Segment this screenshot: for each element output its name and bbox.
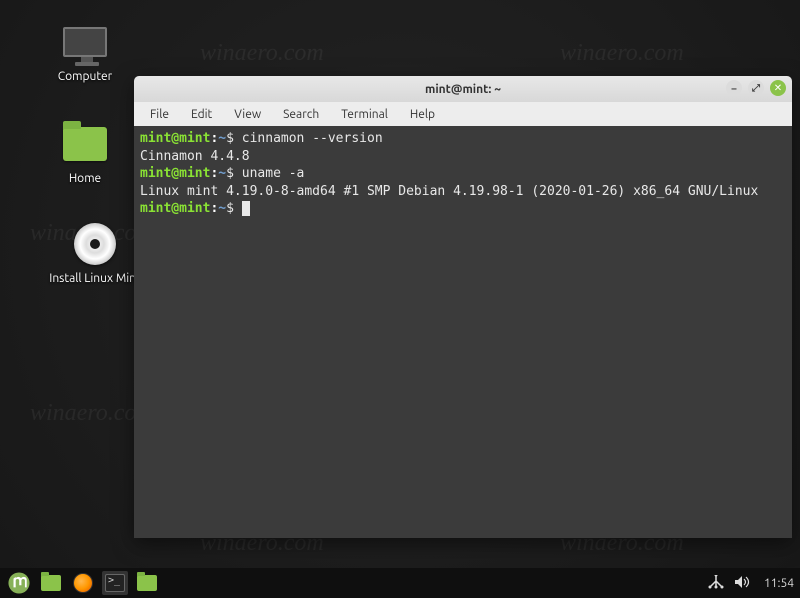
prompt-path: ~ [218, 131, 226, 146]
menu-button[interactable] [6, 571, 32, 595]
taskbar: 11:54 [0, 568, 800, 598]
terminal-window[interactable]: mint@mint: ~ – ⤢ ✕ File Edit View Search… [134, 76, 792, 538]
cd-icon [71, 220, 119, 268]
clock[interactable]: 11:54 [760, 577, 794, 590]
prompt-user: mint@mint [140, 131, 210, 146]
prompt-user: mint@mint [140, 201, 210, 216]
files-launcher[interactable] [38, 571, 64, 595]
maximize-button[interactable]: ⤢ [748, 80, 764, 96]
titlebar[interactable]: mint@mint: ~ – ⤢ ✕ [134, 76, 792, 102]
desktop-icon-label: Computer [58, 70, 112, 83]
menubar: File Edit View Search Terminal Help [134, 102, 792, 126]
network-icon[interactable] [708, 575, 724, 592]
desktop-icon-label: Home [69, 172, 101, 185]
watermark: winaero.com [200, 40, 324, 67]
folder-icon [137, 575, 157, 591]
output-text: Linux mint 4.19.0-8-amd64 #1 SMP Debian … [140, 184, 758, 199]
prompt-path: ~ [218, 201, 226, 216]
computer-icon [61, 18, 109, 66]
desktop-icon-label: Install Linux Mint [49, 272, 140, 285]
desktop-icon-computer[interactable]: Computer [40, 18, 130, 83]
desktop-icon-home[interactable]: Home [40, 120, 130, 185]
desktop[interactable]: winaero.com winaero.com winaero.com wina… [0, 0, 800, 568]
close-button[interactable]: ✕ [770, 80, 786, 96]
command-text: uname -a [242, 166, 305, 181]
cursor [242, 201, 250, 216]
prompt-path: ~ [218, 166, 226, 181]
minimize-button[interactable]: – [726, 80, 742, 96]
files-task-button[interactable] [134, 571, 160, 595]
menu-search[interactable]: Search [273, 106, 329, 123]
watermark: winaero.com [560, 40, 684, 67]
menu-edit[interactable]: Edit [181, 106, 222, 123]
firefox-launcher[interactable] [70, 571, 96, 595]
prompt-user: mint@mint [140, 166, 210, 181]
terminal-icon [105, 574, 125, 592]
sound-icon[interactable] [734, 575, 750, 592]
window-title: mint@mint: ~ [425, 83, 501, 96]
output-text: Cinnamon 4.4.8 [140, 149, 250, 164]
prompt-symbol: $ [226, 166, 234, 181]
prompt-symbol: $ [226, 131, 234, 146]
menu-terminal[interactable]: Terminal [331, 106, 398, 123]
firefox-icon [73, 573, 93, 593]
menu-view[interactable]: View [224, 106, 271, 123]
folder-icon [41, 575, 61, 591]
folder-icon [61, 120, 109, 168]
menu-help[interactable]: Help [400, 106, 445, 123]
command-text: cinnamon --version [242, 131, 383, 146]
terminal-body[interactable]: mint@mint:~$ cinnamon --version Cinnamon… [134, 126, 792, 538]
prompt-symbol: $ [226, 201, 234, 216]
mint-logo-icon [8, 572, 30, 594]
terminal-task-button[interactable] [102, 571, 128, 595]
menu-file[interactable]: File [140, 106, 179, 123]
